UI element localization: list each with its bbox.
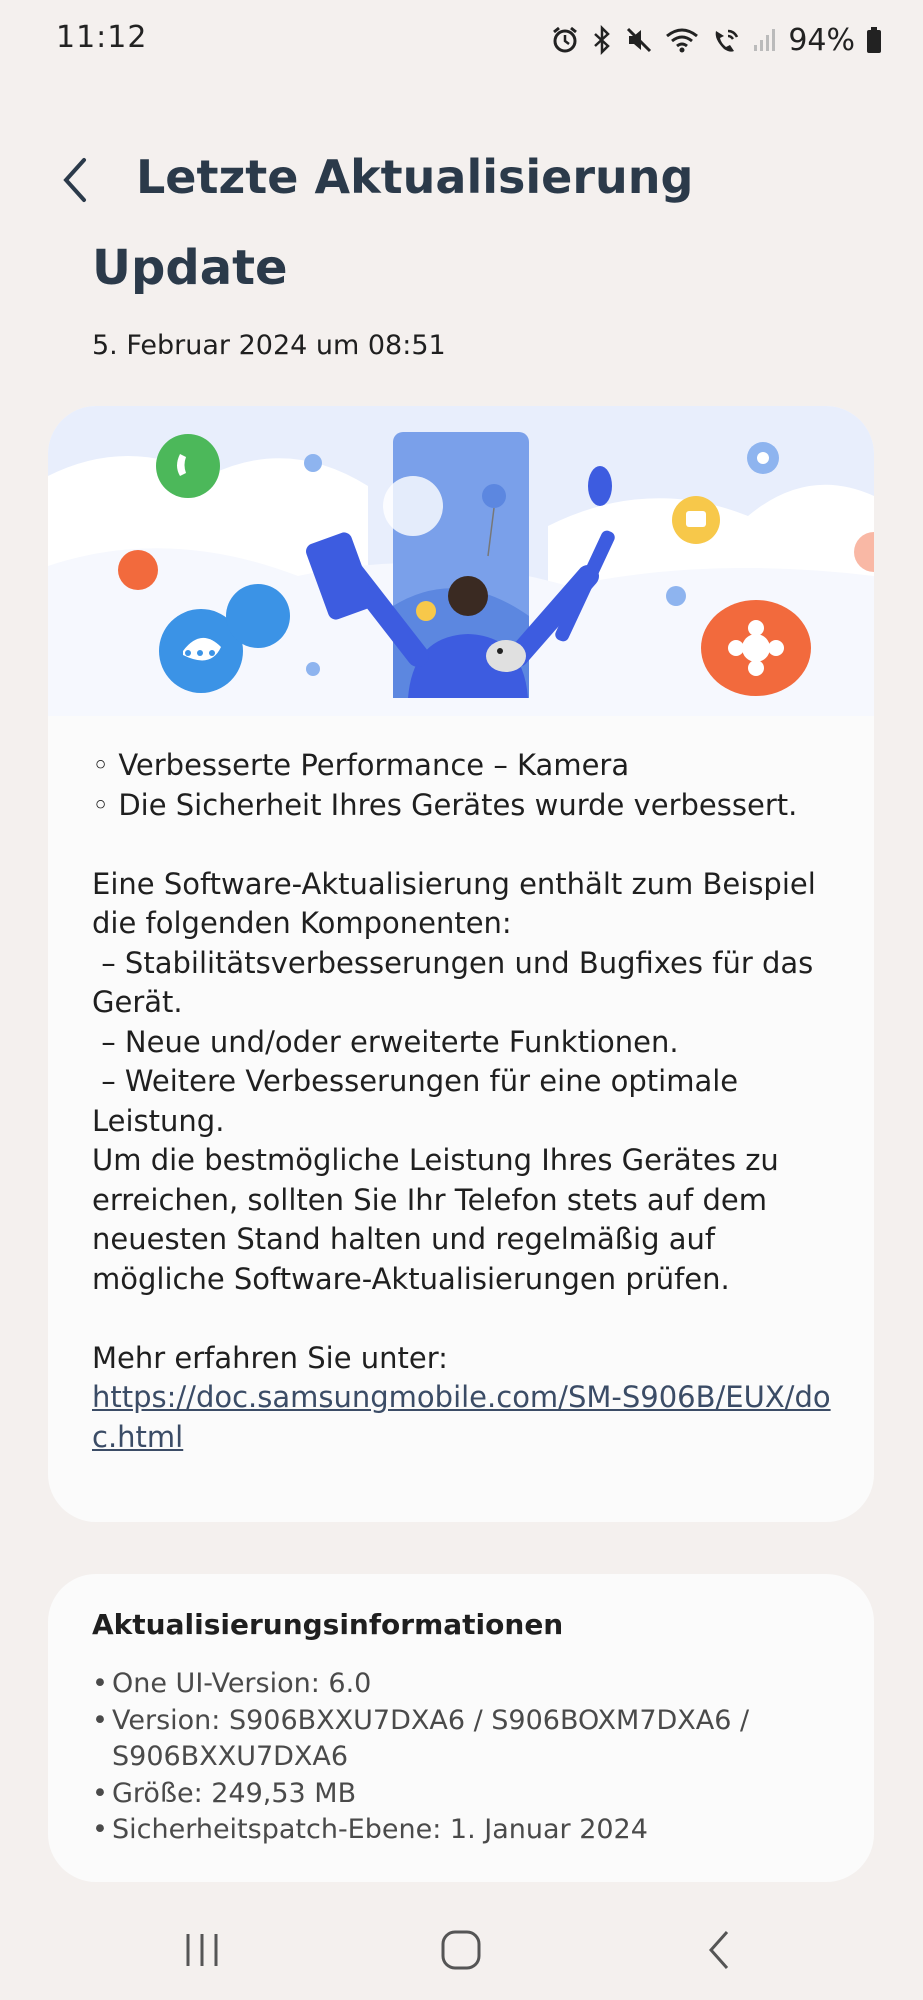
note-bullet: ◦ Verbesserte Performance – Kamera [92, 748, 630, 782]
back-icon [708, 1931, 729, 1969]
app-header: Letzte Aktualisierung [0, 140, 923, 220]
component-item: – Weitere Verbesserungen für eine optima… [92, 1064, 748, 1138]
info-item: • One UI-Version: 6.0 [92, 1666, 852, 1703]
info-item: • Größe: 249,53 MB [92, 1776, 852, 1813]
chevron-left-icon [63, 158, 86, 202]
status-bar: 11:12 94% [0, 0, 923, 82]
back-button[interactable] [52, 150, 102, 210]
update-notes-card: ◦ Verbesserte Performance – Kamera ◦ Die… [48, 406, 874, 1522]
bluetooth-icon [594, 25, 611, 55]
info-title: Aktualisierungsinformationen [92, 1608, 564, 1641]
component-item: – Stabilitätsverbesserungen und Bugfixes… [92, 945, 823, 1020]
signal-icon [754, 29, 776, 51]
info-security-patch: Sicherheitspatch-Ebene: 1. Januar 2024 [112, 1814, 648, 1845]
nav-back-button[interactable] [681, 1920, 761, 1980]
update-illustration [48, 406, 874, 726]
recent-apps-icon [186, 1934, 218, 1966]
info-size: Größe: 249,53 MB [112, 1777, 357, 1809]
release-notes: ◦ Verbesserte Performance – Kamera ◦ Die… [92, 746, 852, 1457]
update-date: 5. Februar 2024 um 08:51 [92, 330, 446, 361]
wifi-icon [666, 28, 699, 53]
alarm-icon [553, 26, 578, 53]
more-info-label: Mehr erfahren Sie unter: [92, 1340, 448, 1375]
mute-icon [627, 27, 652, 53]
info-one-ui-version: One UI-Version: 6.0 [112, 1668, 372, 1699]
update-title: Update [92, 240, 288, 296]
recent-apps-button[interactable] [162, 1920, 242, 1980]
battery-icon [867, 27, 881, 53]
home-button[interactable] [421, 1920, 501, 1980]
home-icon [441, 1930, 481, 1970]
update-info-card: Aktualisierungsinformationen • One UI-Ver… [48, 1574, 874, 1882]
status-icons: 94% [550, 20, 883, 60]
info-item: • Version: S906BXXU7DXA6 / S906BOXM7DXA6 … [92, 1703, 852, 1776]
status-time: 11:12 [56, 20, 148, 55]
notes-advice: Um die bestmögliche Leistung Ihres Gerät… [92, 1143, 789, 1296]
notes-intro: Eine Software-Aktualisierung enthält zum… [92, 866, 826, 941]
battery-percent: 94% [788, 22, 855, 58]
navigation-bar [0, 1900, 923, 2000]
page-title: Letzte Aktualisierung [136, 150, 694, 204]
wifi-calling-icon [715, 29, 739, 52]
note-bullet: ◦ Die Sicherheit Ihres Gerätes wurde ver… [92, 787, 798, 822]
info-version: Version: S906BXXU7DXA6 / S906BOXM7DXA6 /… [112, 1704, 750, 1773]
info-list: • One UI-Version: 6.0 • Version: S906BXXU7… [92, 1666, 852, 1849]
documentation-link[interactable]: https://doc.samsungmobile.com/SM-S906B/E… [92, 1380, 831, 1454]
info-item: • Sicherheitspatch-Ebene: 1. Januar 2024 [92, 1812, 852, 1849]
component-item: – Neue und/oder erweiterte Funktionen. [92, 1024, 679, 1059]
